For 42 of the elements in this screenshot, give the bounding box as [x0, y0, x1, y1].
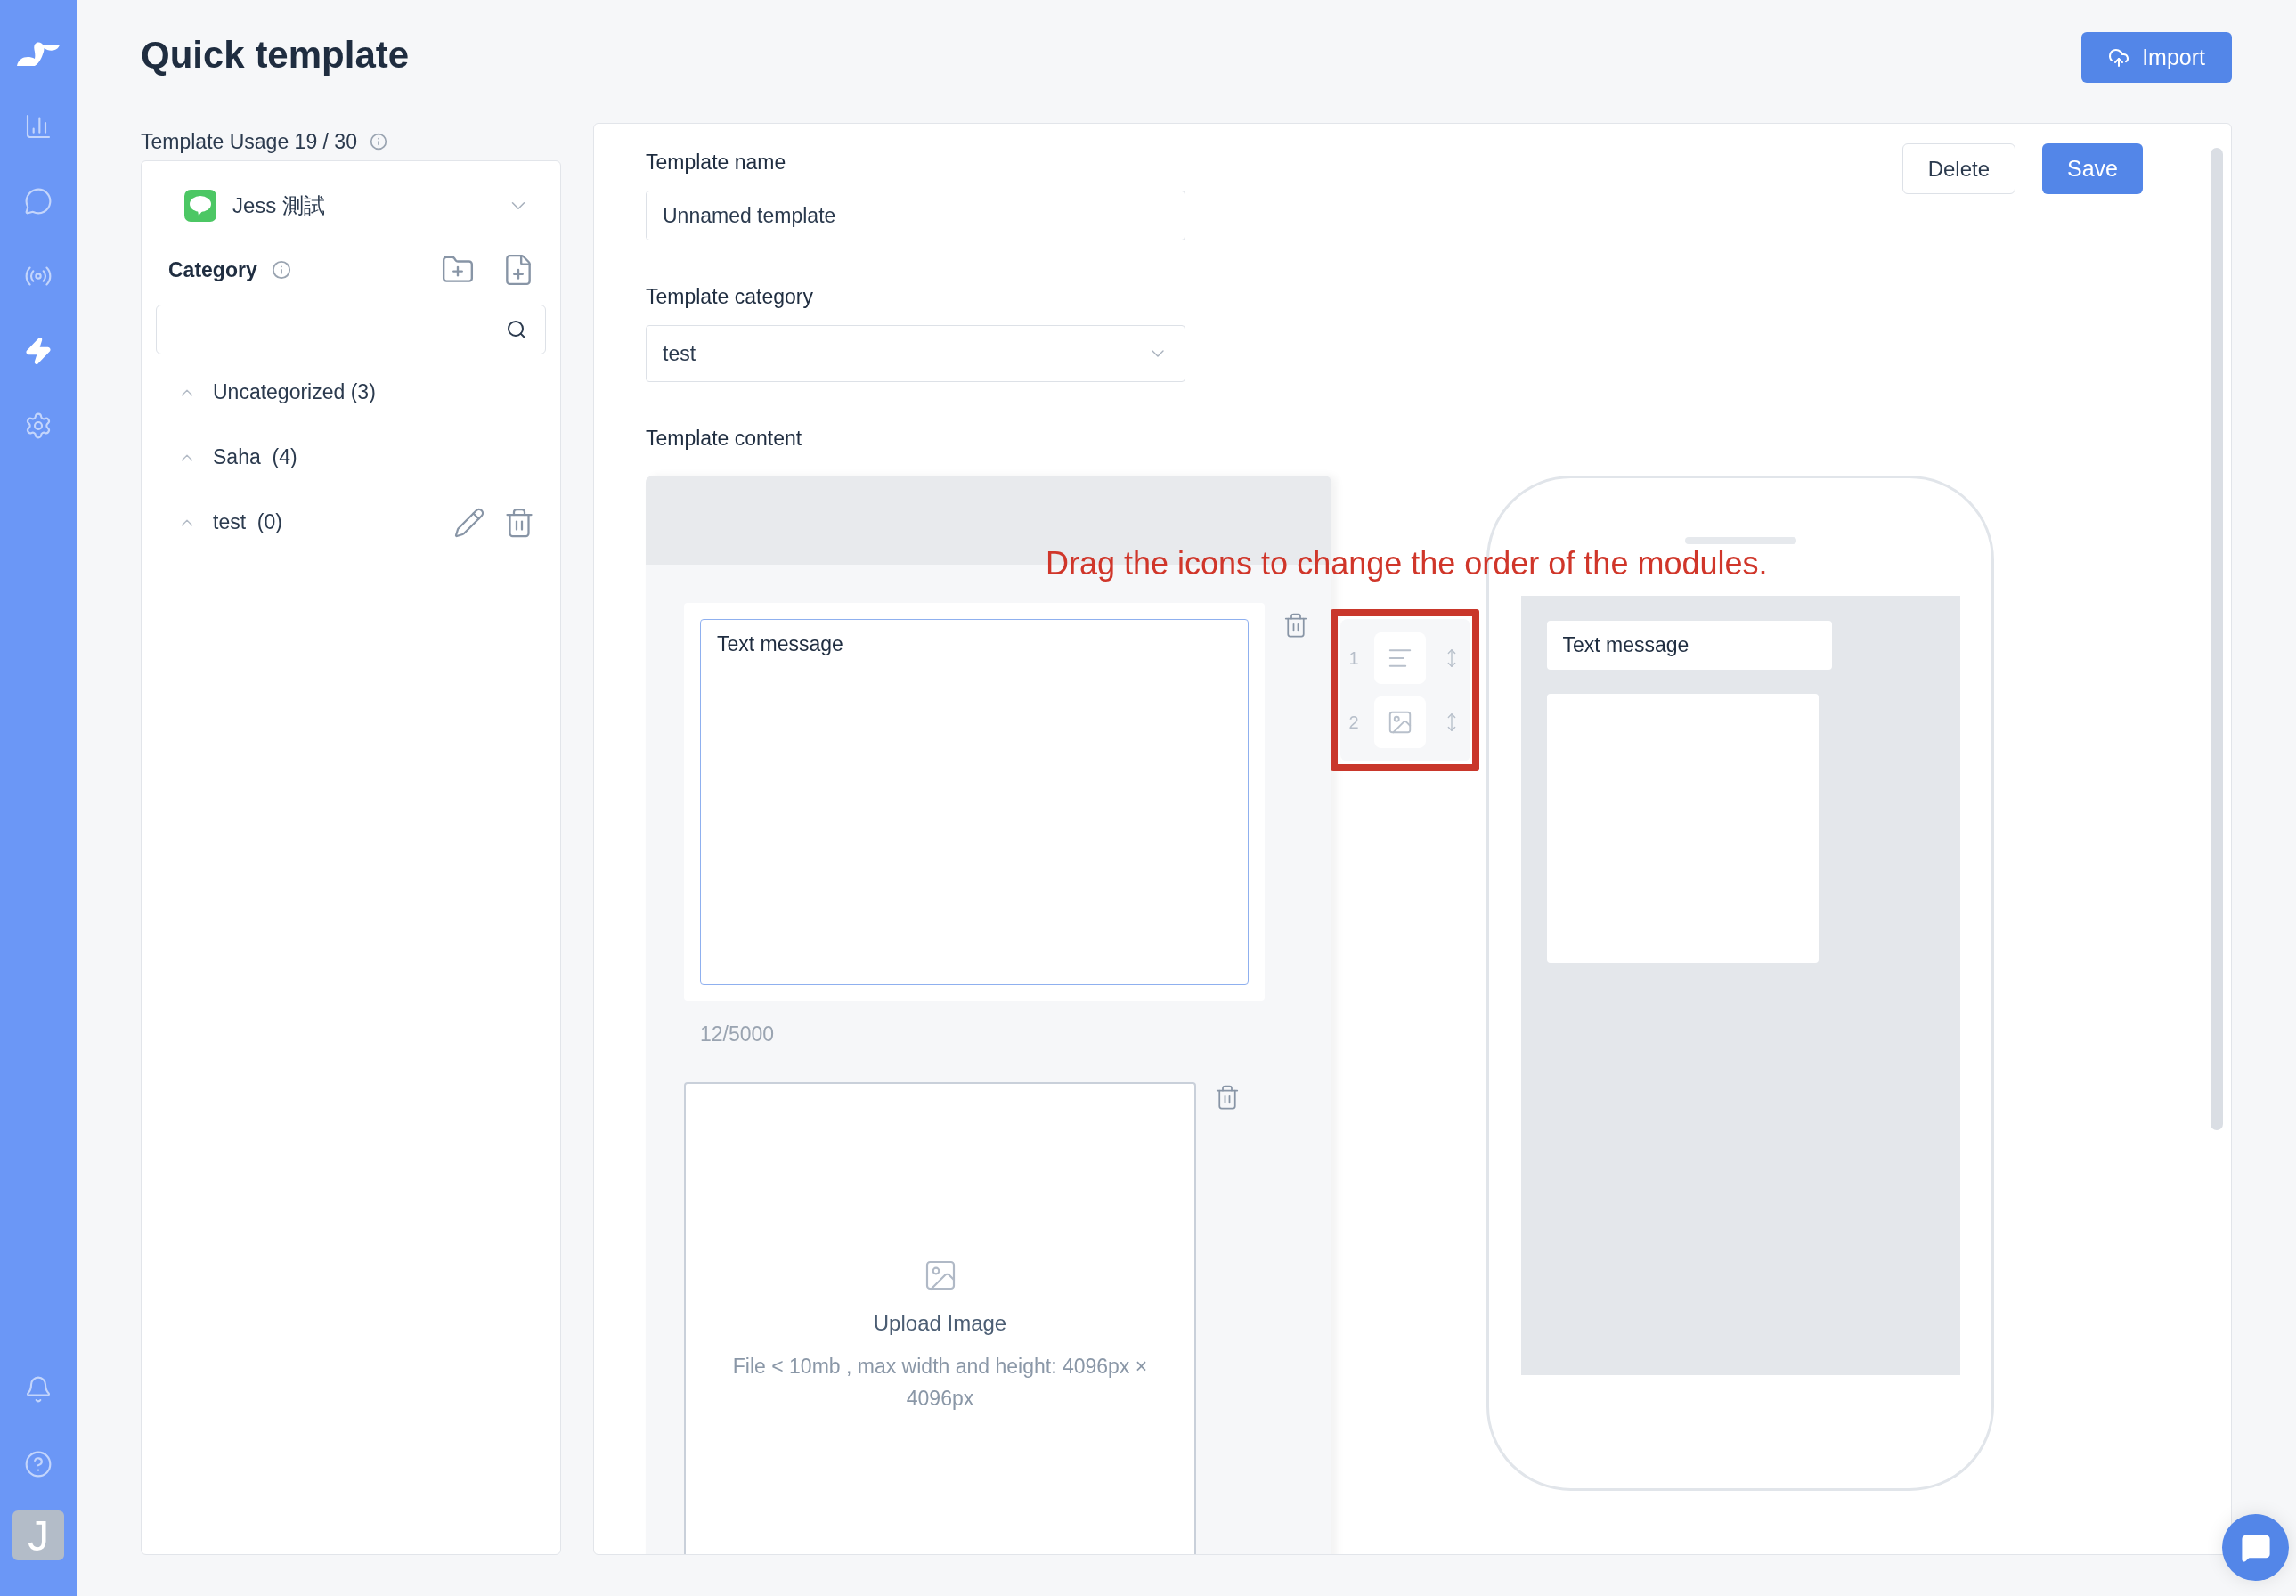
save-button[interactable]: Save	[2042, 143, 2143, 194]
order-number: 2	[1348, 712, 1359, 733]
select-field[interactable]: test	[646, 325, 1185, 382]
annotation-text: Drag the icons to change the order of the modules.	[1046, 545, 1768, 582]
search-icon	[506, 319, 527, 340]
delete-button[interactable]: Delete	[1901, 143, 2015, 194]
upload-title: Upload Image	[873, 1311, 1007, 1336]
category-item[interactable]: Uncategorized (3)	[213, 380, 535, 404]
channel-selector[interactable]: Jess 測試	[156, 188, 546, 224]
module-handle[interactable]	[1374, 696, 1427, 748]
chat-icon[interactable]	[24, 187, 53, 216]
lightning-icon[interactable]	[24, 337, 53, 365]
page-title: Quick template	[141, 34, 410, 77]
category-item[interactable]: test (0)	[213, 510, 453, 534]
message-field[interactable]: Text message	[700, 619, 1249, 985]
field-label: Template name	[646, 151, 787, 175]
chat-app-icon	[184, 190, 216, 222]
bell-icon[interactable]	[24, 1375, 53, 1404]
character-counter: 12/5000	[700, 1022, 776, 1046]
order-number: 1	[1348, 647, 1359, 669]
message-bubble: Text message	[1546, 621, 1832, 670]
input-field[interactable]: Unnamed template	[646, 191, 1185, 240]
field-label: Template category	[646, 285, 814, 309]
import-button[interactable]: Import	[2081, 32, 2232, 83]
usage-text: Template Usage 19 / 30	[141, 129, 357, 154]
scrollbar-thumb[interactable]	[2211, 148, 2223, 1130]
info-icon	[369, 133, 387, 151]
pencil-icon[interactable]	[453, 506, 485, 539]
upload-hint: File < 10mb , max width and height: 4096px × 4096px	[731, 1354, 1149, 1412]
info-icon	[271, 260, 291, 280]
chart-icon[interactable]	[24, 112, 53, 141]
image-upload-area[interactable]: Upload Image File < 10mb , max width and height: 4096px × 4096px	[684, 1082, 1196, 1554]
upload-icon	[2108, 46, 2130, 69]
category-label: Category	[168, 257, 257, 282]
trash-icon[interactable]	[1214, 1084, 1241, 1111]
trash-icon[interactable]	[1282, 612, 1309, 639]
module-handle[interactable]	[1374, 632, 1427, 684]
search-field[interactable]	[156, 305, 546, 354]
help-icon[interactable]	[24, 1450, 53, 1478]
settings-icon[interactable]	[24, 411, 53, 440]
category-item[interactable]: Saha (4)	[213, 445, 535, 469]
field-label: Template content	[646, 427, 803, 451]
